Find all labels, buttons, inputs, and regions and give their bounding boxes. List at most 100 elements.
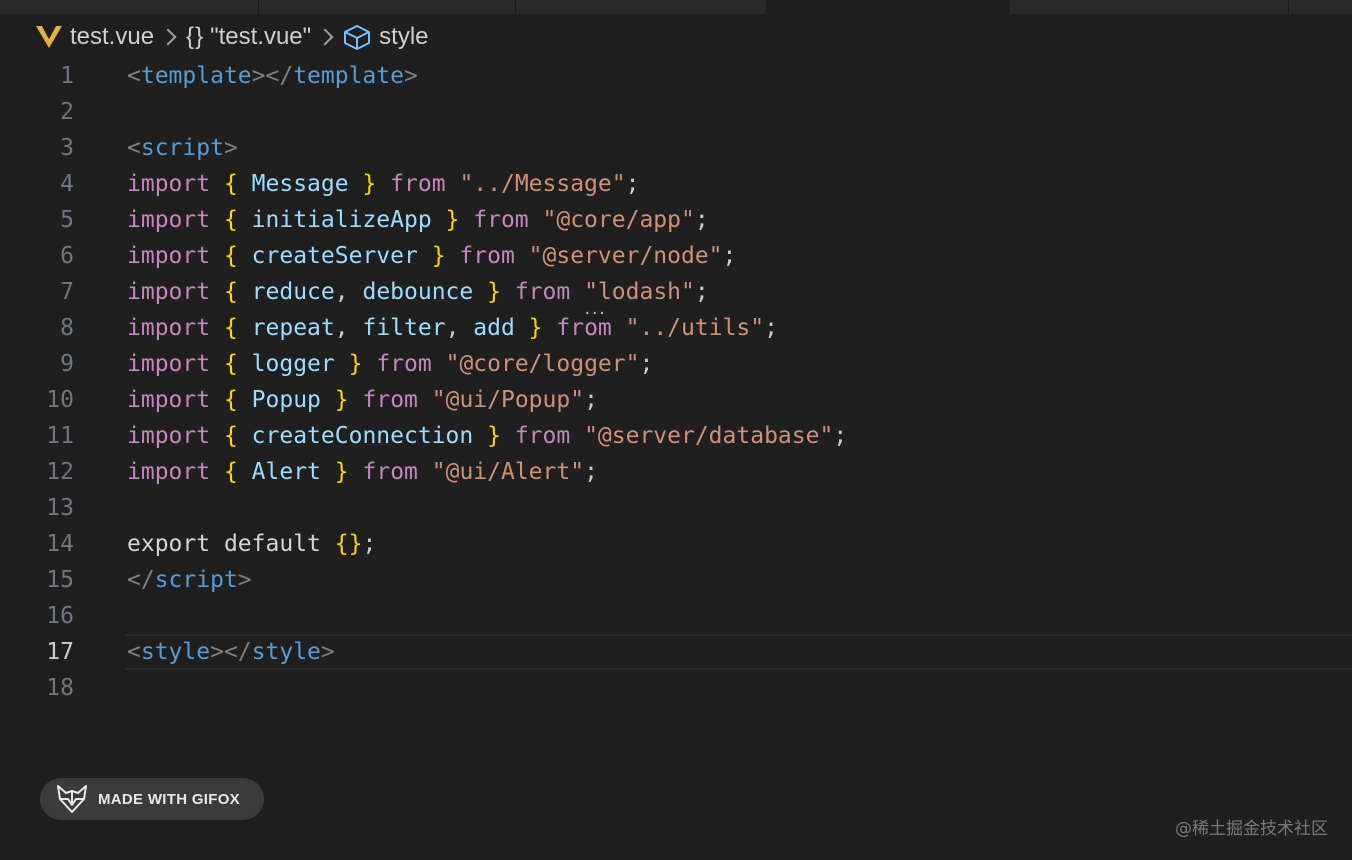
code-line[interactable]: 9 import { logger } from "@core/logger"; (0, 346, 1352, 382)
code-token: repeat (251, 315, 335, 341)
code-token: > (403, 63, 418, 89)
code-editor[interactable]: 1 <template></template> 2 3 <script> 4 import … (0, 58, 1352, 708)
code-text: import { createConnection } from "@serve… (127, 418, 847, 454)
breadcrumb-file-label: test.vue (70, 23, 155, 50)
editor-tab[interactable] (1010, 0, 1289, 14)
code-token: > (237, 567, 252, 593)
code-token: default (223, 531, 321, 557)
editor-tab[interactable] (1289, 0, 1352, 14)
code-token: > (320, 639, 335, 665)
code-token: createServer (251, 243, 418, 269)
code-token: { (223, 315, 238, 341)
breadcrumb-scope-label: "test.vue" (210, 23, 312, 50)
code-line[interactable]: 4 import { Message } from "../Message"; (0, 166, 1352, 202)
code-token: } (362, 171, 377, 197)
code-token: from (556, 315, 612, 341)
code-token: from (473, 207, 529, 233)
code-token: < (127, 63, 141, 89)
code-token: } (334, 387, 349, 413)
code-token: script (154, 567, 238, 593)
code-line[interactable]: 2 (0, 94, 1352, 130)
code-text: import { logger } from "@core/logger"; (127, 346, 653, 382)
code-text: import { initializeApp } from "@core/app… (127, 202, 709, 238)
editor-tab[interactable] (516, 0, 767, 14)
code-text: import { Popup } from "@ui/Popup"; (127, 382, 598, 418)
code-line[interactable]: 10 import { Popup } from "@ui/Popup"; (0, 382, 1352, 418)
code-token: ></ (210, 639, 252, 665)
code-line[interactable]: 14 export default {}; (0, 526, 1352, 562)
code-token: from (459, 243, 515, 269)
code-line[interactable]: 3 <script> (0, 130, 1352, 166)
code-text: </script> (127, 562, 252, 598)
code-token: ; (584, 387, 598, 413)
code-line[interactable]: 15 </script> (0, 562, 1352, 598)
cube-symbol-icon (344, 25, 371, 50)
code-token: debounce (362, 279, 474, 305)
code-line[interactable]: 16 (0, 598, 1352, 634)
code-line[interactable]: 7 import { reduce, debounce } from "lodas… (0, 274, 1352, 310)
code-token: import (127, 387, 211, 413)
code-token: initializeApp (251, 207, 432, 233)
line-number: 3 (60, 135, 74, 161)
code-line[interactable]: 11 import { createConnection } from "@ser… (0, 418, 1352, 454)
code-line[interactable]: 12 import { Alert } from "@ui/Alert"; (0, 454, 1352, 490)
breadcrumb-scope[interactable]: {} "test.vue" (186, 23, 311, 51)
line-number: 4 (60, 171, 74, 197)
code-line[interactable]: 6 import { createServer } from "@server/n… (0, 238, 1352, 274)
code-token: logger (251, 351, 335, 377)
editor-tab[interactable] (0, 0, 259, 14)
breadcrumb-symbol[interactable]: style (343, 23, 429, 51)
gifox-badge: MADE WITH GIFOX (40, 778, 264, 820)
code-token: from (376, 351, 432, 377)
editor-tab[interactable] (259, 0, 516, 14)
line-number: 15 (46, 567, 74, 593)
code-token: < (127, 135, 141, 161)
code-line[interactable]: 1 <template></template> (0, 58, 1352, 94)
code-token: import (127, 207, 211, 233)
code-token: from (514, 423, 571, 449)
line-number: 10 (46, 387, 74, 413)
code-token: template (140, 63, 252, 89)
code-line[interactable]: 17 <style></style> (0, 634, 1352, 670)
code-line[interactable]: 8 import { repeat, filter, add } from "..… (0, 310, 1352, 346)
code-line[interactable]: 13 (0, 490, 1352, 526)
code-line[interactable]: 5 import { initializeApp } from "@core/ap… (0, 202, 1352, 238)
code-token: ; (722, 243, 737, 269)
chevron-right-icon (316, 28, 334, 46)
code-token: { (223, 387, 238, 413)
breadcrumb-file[interactable]: test.vue (36, 23, 154, 51)
line-number: 6 (60, 243, 74, 269)
code-token: , (445, 315, 474, 341)
line-number: 12 (46, 459, 74, 485)
code-token: } (445, 207, 460, 233)
line-number: 17 (46, 639, 74, 665)
code-token: < (127, 639, 141, 665)
code-token: import (127, 423, 211, 449)
line-number: 16 (46, 603, 74, 629)
code-token: } (348, 351, 363, 377)
code-line[interactable]: 18 (0, 670, 1352, 706)
code-token: " (584, 279, 598, 305)
code-token: {} (334, 531, 363, 557)
line-number: 13 (46, 495, 74, 521)
code-token: "@core/app" (542, 207, 695, 233)
code-token: import (127, 243, 211, 269)
